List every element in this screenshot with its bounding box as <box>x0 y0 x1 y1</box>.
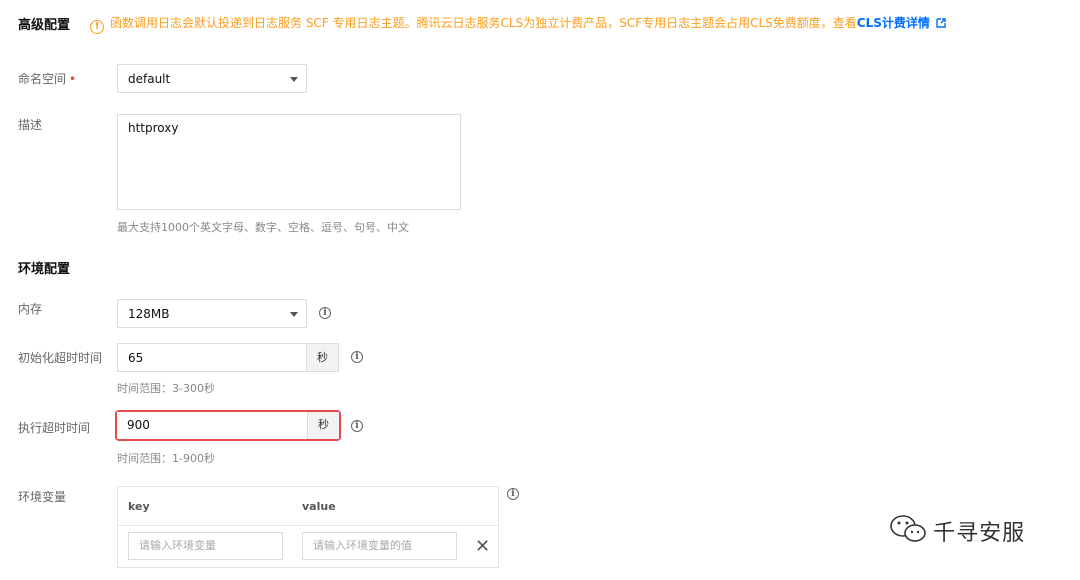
namespace-select[interactable]: default <box>117 64 307 93</box>
env-value-placeholder: 请输入环境变量的值 <box>313 539 412 552</box>
required-mark: • <box>69 72 77 86</box>
exec-timeout-value: 900 <box>127 418 150 432</box>
description-textarea[interactable]: httproxy <box>117 114 461 210</box>
exec-timeout-input[interactable]: 900 <box>117 412 307 439</box>
init-timeout-value: 65 <box>128 351 144 365</box>
namespace-value: default <box>128 72 171 86</box>
description-value: httproxy <box>128 121 179 135</box>
external-link-icon[interactable] <box>936 18 946 28</box>
memory-label: 内存 <box>18 302 43 316</box>
close-icon[interactable]: ✕ <box>475 538 490 556</box>
memory-select[interactable]: 128MB <box>117 299 307 328</box>
memory-value: 128MB <box>128 307 170 321</box>
env-value-input[interactable]: 请输入环境变量的值 <box>302 532 457 560</box>
chevron-down-icon <box>290 77 298 82</box>
env-key-placeholder: 请输入环境变量 <box>139 539 216 552</box>
env-config-title: 环境配置 <box>18 262 71 277</box>
wechat-icon <box>890 515 926 542</box>
advanced-config-title: 高级配置 <box>18 18 71 33</box>
exec-timeout-hint: 时间范围：1-900秒 <box>117 452 215 465</box>
warning-circle-icon: ! <box>90 20 104 34</box>
namespace-label: 命名空间 • <box>18 72 77 86</box>
info-circle-icon[interactable]: i <box>319 307 331 319</box>
env-vars-table: key value 请输入环境变量 请输入环境变量的值 ✕ <box>117 486 499 568</box>
env-vars-label: 环境变量 <box>18 490 67 504</box>
exec-timeout-unit: 秒 <box>307 412 339 439</box>
env-key-input[interactable]: 请输入环境变量 <box>128 532 283 560</box>
init-timeout-label: 初始化超时时间 <box>18 351 103 365</box>
cls-billing-link[interactable]: CLS计费详情 <box>857 16 930 30</box>
env-col-value: value <box>302 500 336 513</box>
env-table-divider <box>118 525 498 526</box>
env-col-key: key <box>128 500 150 513</box>
description-hint: 最大支持1000个英文字母、数字、空格、逗号、句号、中文 <box>117 221 409 234</box>
info-circle-icon[interactable]: i <box>351 351 363 363</box>
init-timeout-unit: 秒 <box>307 343 339 372</box>
log-notice-text: 函数调用日志会默认投递到日志服务 SCF 专用日志主题。腾讯云日志服务CLS为独… <box>110 16 857 30</box>
watermark: 千寻安服 <box>888 512 1025 547</box>
chevron-down-icon <box>290 312 298 317</box>
info-circle-icon[interactable]: i <box>351 420 363 432</box>
exec-timeout-label: 执行超时时间 <box>18 421 91 435</box>
init-timeout-input[interactable]: 65 <box>117 343 307 372</box>
init-timeout-hint: 时间范围：3-300秒 <box>117 382 215 395</box>
info-circle-icon[interactable]: i <box>507 488 519 500</box>
description-label: 描述 <box>18 118 43 132</box>
log-notice: ! 函数调用日志会默认投递到日志服务 SCF 专用日志主题。腾讯云日志服务CLS为… <box>90 14 946 34</box>
watermark-text: 千寻安服 <box>933 521 1026 546</box>
